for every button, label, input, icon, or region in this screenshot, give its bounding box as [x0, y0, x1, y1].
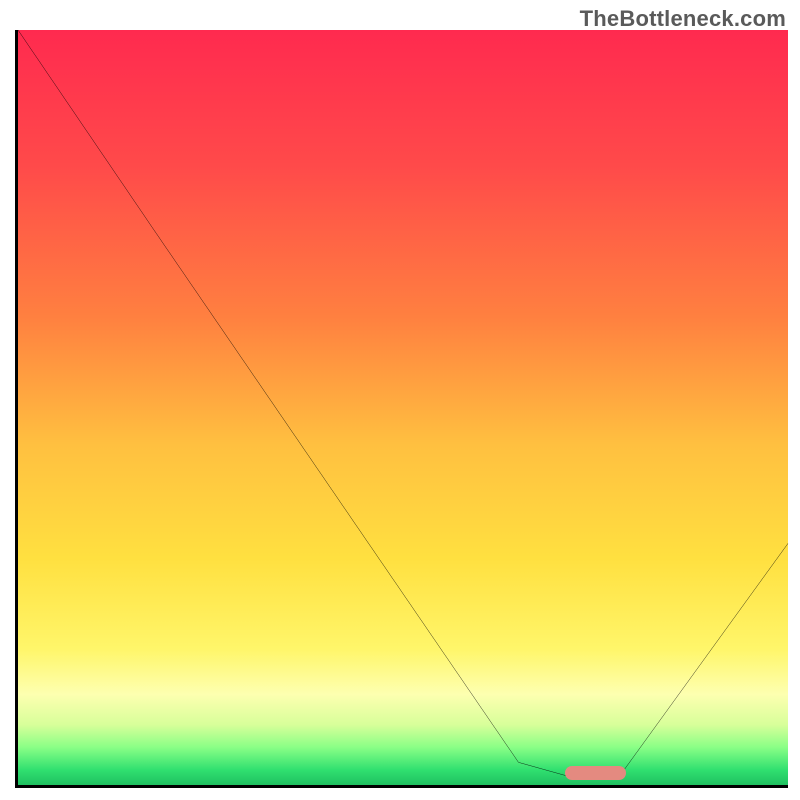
plot-area	[15, 30, 788, 788]
watermark-text: TheBottleneck.com	[580, 6, 786, 32]
optimal-range-marker	[565, 766, 627, 780]
bottleneck-curve	[18, 30, 788, 785]
chart-frame: TheBottleneck.com	[0, 0, 800, 800]
